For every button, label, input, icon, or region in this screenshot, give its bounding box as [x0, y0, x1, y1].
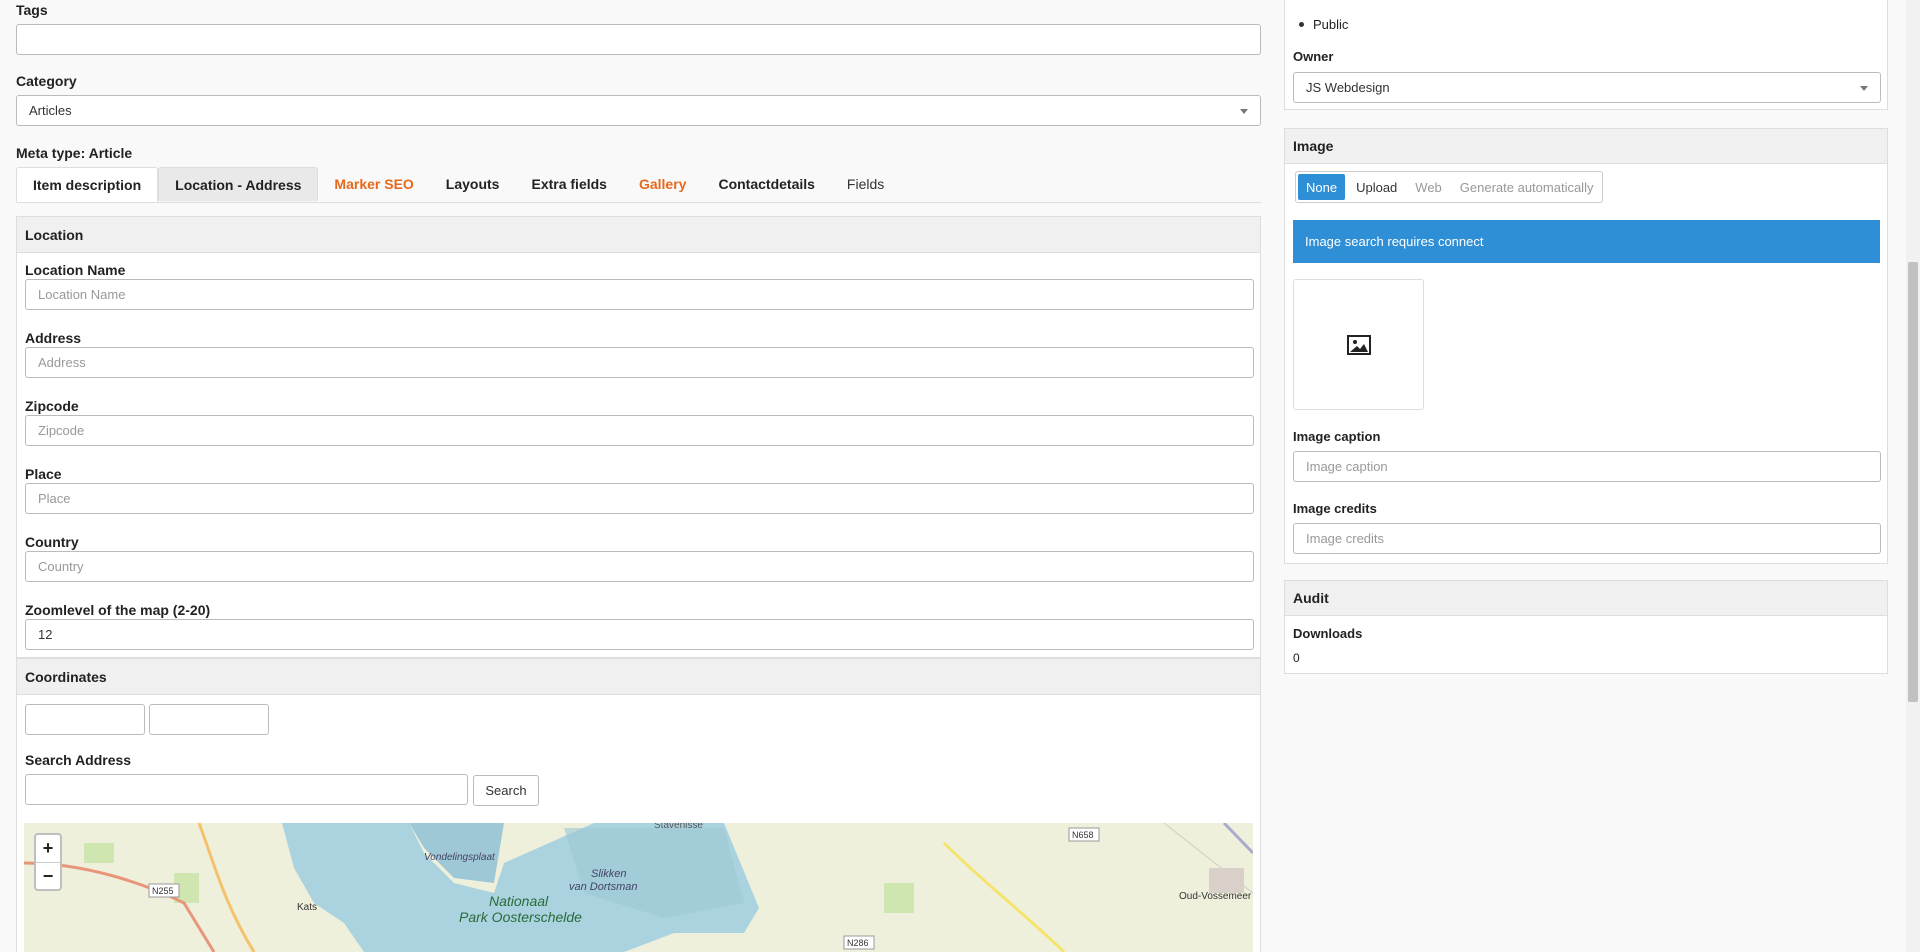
image-credits-input[interactable]: Image credits [1293, 523, 1881, 554]
mode-none-button[interactable]: None [1298, 174, 1346, 200]
map[interactable]: Stavenisse Vondelingsplaat Slikken van D… [24, 823, 1253, 952]
search-button[interactable]: Search [473, 775, 539, 806]
tags-input[interactable] [16, 24, 1261, 55]
zoomlevel-input[interactable]: 12 [25, 619, 1254, 650]
chevron-down-icon [1240, 109, 1248, 114]
tab-gallery[interactable]: Gallery [623, 167, 702, 201]
downloads-label: Downloads [1293, 626, 1363, 641]
page-scrollbar[interactable] [1906, 0, 1920, 952]
location-heading: Location [17, 217, 1260, 253]
tab-item-description[interactable]: Item description [16, 167, 159, 202]
image-box: Image None Upload Web Generate automatic… [1284, 128, 1888, 564]
map-label-n658: N658 [1072, 830, 1094, 840]
image-search-notice: Image search requires connect [1293, 220, 1880, 263]
zoom-out-button[interactable]: − [36, 863, 60, 890]
viewed-by-list: Public [1299, 17, 1348, 32]
mode-upload-button[interactable]: Upload [1347, 172, 1406, 202]
map-label-slikken: Slikken [591, 868, 626, 880]
image-mode-switch: None Upload Web Generate automatically [1295, 171, 1604, 203]
place-label: Place [25, 466, 62, 482]
category-label: Category [16, 73, 77, 89]
scrollbar-thumb[interactable] [1908, 262, 1918, 702]
image-heading: Image [1285, 129, 1887, 164]
owner-label: Owner [1293, 49, 1334, 64]
map-label-oud-vossemeer: Oud-Vossemeer [1179, 891, 1252, 902]
access-owner-box: Public Owner JS Webdesign [1284, 0, 1888, 110]
image-caption-label: Image caption [1293, 429, 1381, 444]
address-input[interactable]: Address [25, 347, 1254, 378]
longitude-input[interactable] [149, 704, 269, 735]
mode-web-button[interactable]: Web [1406, 172, 1451, 202]
zoom-in-button[interactable]: + [36, 835, 60, 863]
map-label-nationaal: Nationaal [489, 893, 549, 909]
search-address-label: Search Address [25, 752, 132, 768]
tab-location-address[interactable]: Location - Address [158, 167, 319, 201]
map-canvas: Stavenisse Vondelingsplaat Slikken van D… [24, 823, 1253, 952]
map-label-vondelingsplaat: Vondelingsplaat [424, 852, 496, 863]
image-credits-label: Image credits [1293, 501, 1377, 516]
tab-marker-seo[interactable]: Marker SEO [318, 167, 429, 201]
audit-box: Audit Downloads 0 [1284, 580, 1888, 674]
image-icon [1346, 334, 1371, 355]
mode-generate-button[interactable]: Generate automatically [1451, 172, 1603, 202]
chevron-down-icon [1860, 86, 1868, 91]
category-value: Articles [29, 103, 72, 118]
coordinates-heading: Coordinates [17, 659, 1260, 695]
tab-bar: Item description Location - Address Mark… [16, 167, 1261, 203]
location-name-label: Location Name [25, 262, 126, 278]
tags-label: Tags [16, 2, 48, 18]
tab-contactdetails[interactable]: Contactdetails [702, 167, 830, 201]
location-panel: Location Location Name Location Name Add… [16, 216, 1261, 658]
map-zoom-control: + − [34, 833, 62, 891]
map-label-kats: Kats [297, 902, 317, 913]
latitude-input[interactable] [25, 704, 145, 735]
map-label-van-dortsman: van Dortsman [569, 881, 637, 893]
owner-select[interactable]: JS Webdesign [1293, 72, 1881, 103]
country-label: Country [25, 534, 79, 550]
zipcode-label: Zipcode [25, 398, 79, 414]
owner-value: JS Webdesign [1306, 80, 1390, 95]
map-label-n286: N286 [847, 938, 869, 948]
image-caption-input[interactable]: Image caption [1293, 451, 1881, 482]
image-placeholder[interactable] [1293, 279, 1424, 410]
map-label-stavenisse: Stavenisse [654, 823, 703, 831]
tab-fields[interactable]: Fields [831, 167, 900, 201]
tab-extra-fields[interactable]: Extra fields [515, 167, 622, 201]
map-label-park: Park Oosterschelde [459, 909, 582, 925]
tab-layouts[interactable]: Layouts [430, 167, 516, 201]
bullet-icon [1299, 22, 1304, 27]
search-address-input[interactable] [25, 774, 468, 805]
place-input[interactable]: Place [25, 483, 1254, 514]
category-select[interactable]: Articles [16, 95, 1261, 126]
audit-heading: Audit [1285, 581, 1887, 616]
downloads-value: 0 [1293, 651, 1300, 665]
country-input[interactable]: Country [25, 551, 1254, 582]
viewed-by-item: Public [1313, 17, 1349, 32]
zipcode-input[interactable]: Zipcode [25, 415, 1254, 446]
address-label: Address [25, 330, 82, 346]
location-name-input[interactable]: Location Name [25, 279, 1254, 310]
map-label-n255: N255 [152, 886, 174, 896]
zoomlevel-label: Zoomlevel of the map (2-20) [25, 602, 211, 618]
meta-type: Meta type: Article [16, 145, 133, 161]
